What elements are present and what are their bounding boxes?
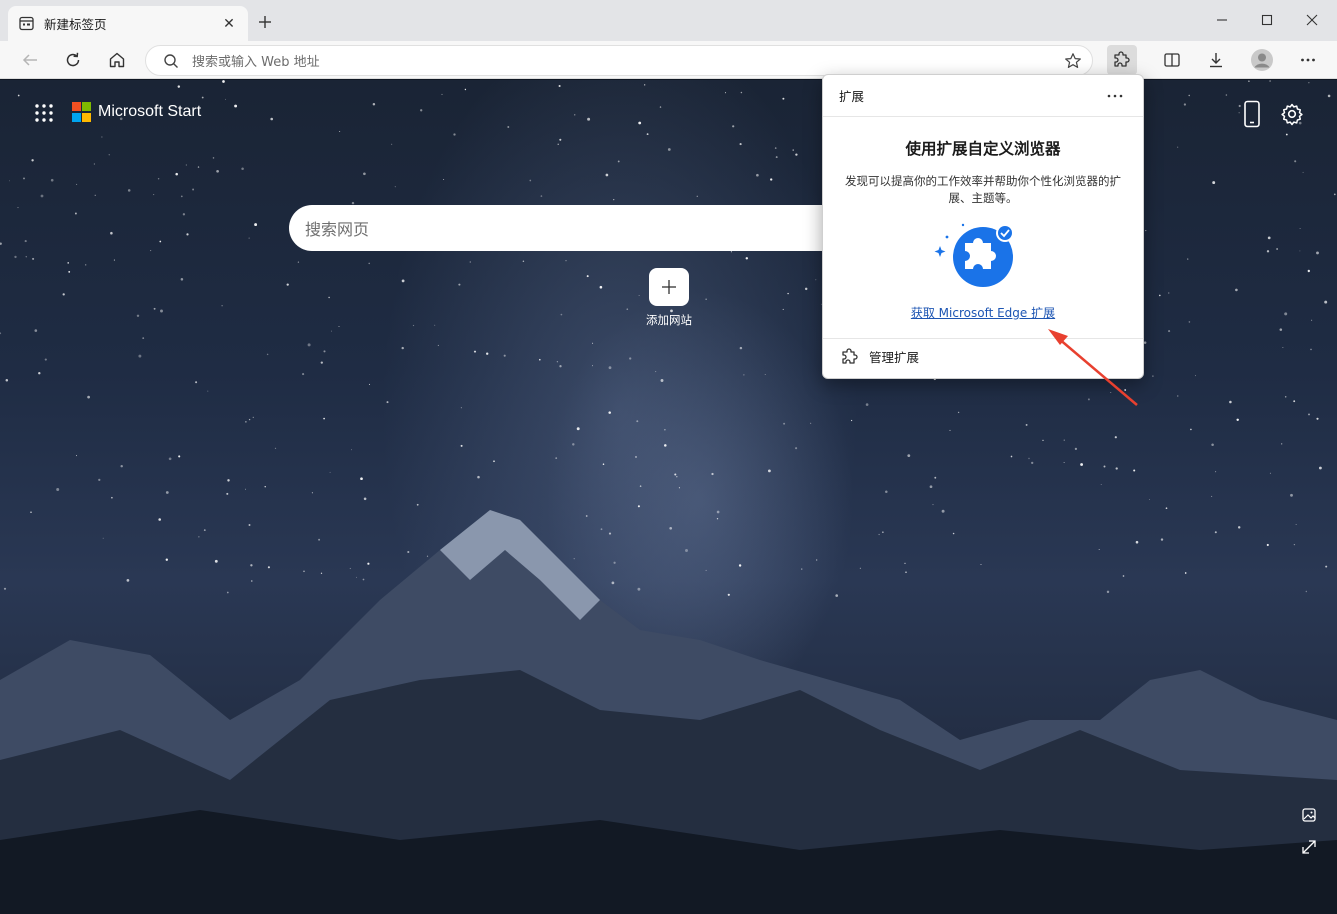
extensions-heading: 使用扩展自定义浏览器	[905, 140, 1061, 158]
split-screen-icon	[1164, 53, 1180, 67]
downloads-button[interactable]	[1201, 45, 1231, 75]
close-tab-button[interactable]: ✕	[220, 15, 238, 33]
minimize-button[interactable]	[1206, 6, 1238, 34]
settings-and-more-button[interactable]	[1293, 45, 1323, 75]
puzzle-icon	[1114, 51, 1130, 67]
add-site-quicklink[interactable]: 添加网站	[640, 268, 698, 328]
home-icon	[109, 52, 125, 68]
refresh-icon	[66, 52, 80, 67]
extensions-description: 发现可以提高你的工作效率并帮助你个性化浏览器的扩展、主题等。	[845, 174, 1121, 205]
phone-icon	[1244, 100, 1260, 128]
apps-grid-button[interactable]	[34, 103, 56, 125]
add-site-label: 添加网站	[646, 313, 692, 327]
manage-extensions-label: 管理扩展	[869, 350, 920, 365]
tab-new-tab[interactable]: 新建标签页 ✕	[8, 6, 248, 41]
maximize-button[interactable]	[1251, 6, 1283, 34]
apps-grid-icon	[35, 104, 53, 122]
back-arrow-icon	[22, 54, 37, 66]
title-bar: 新建标签页 ✕	[0, 0, 1337, 41]
download-icon	[1210, 53, 1222, 68]
add-site-tile[interactable]	[649, 268, 689, 306]
address-input-placeholder: 搜索或输入 Web 地址	[192, 55, 320, 70]
background-info-button[interactable]	[1300, 806, 1318, 824]
get-edge-extensions-link[interactable]: 获取 Microsoft Edge 扩展	[823, 304, 1143, 321]
address-bar[interactable]: 搜索或输入 Web 地址	[145, 45, 1093, 76]
back-button[interactable]	[15, 45, 45, 75]
close-window-button[interactable]	[1296, 6, 1328, 34]
puzzle-illustration-icon	[934, 223, 1014, 287]
phone-button[interactable]	[1242, 100, 1262, 128]
extensions-popup: 扩展 使用扩展自定义浏览器 发现可以提高你的工作效率并帮助你个性化浏览器的扩展、…	[822, 74, 1144, 379]
new-tab-button[interactable]	[254, 11, 276, 33]
gear-icon	[1281, 103, 1303, 126]
puzzle-icon	[842, 347, 858, 364]
divider	[823, 338, 1143, 339]
home-button[interactable]	[102, 45, 132, 75]
extensions-more-button[interactable]	[1103, 86, 1127, 106]
profile-button[interactable]	[1247, 45, 1277, 75]
star-icon	[1065, 52, 1081, 68]
refresh-button[interactable]	[58, 45, 88, 75]
fullscreen-background-button[interactable]	[1300, 838, 1318, 856]
extensions-popup-header: 扩展	[823, 75, 1143, 117]
manage-extensions-item[interactable]: 管理扩展	[841, 347, 919, 366]
page-settings-button[interactable]	[1280, 102, 1304, 126]
extensions-button[interactable]	[1107, 45, 1137, 75]
image-info-icon	[1302, 808, 1316, 822]
more-horizontal-icon	[1301, 58, 1315, 62]
microsoft-logo-icon	[72, 102, 92, 122]
plus-icon	[662, 280, 676, 294]
microsoft-start-logo[interactable]: Microsoft Start	[72, 102, 201, 122]
extensions-popup-title: 扩展	[839, 89, 865, 104]
search-icon	[162, 52, 180, 70]
search-placeholder: 搜索网页	[305, 220, 370, 239]
add-favorite-button[interactable]	[1060, 48, 1086, 74]
newtab-page-icon	[18, 16, 34, 32]
avatar-icon	[1251, 49, 1273, 71]
expand-icon	[1302, 840, 1316, 854]
tab-title: 新建标签页	[44, 17, 107, 32]
more-horizontal-icon	[1107, 94, 1123, 97]
brand-name: Microsoft Start	[98, 103, 202, 120]
split-screen-button[interactable]	[1157, 45, 1187, 75]
